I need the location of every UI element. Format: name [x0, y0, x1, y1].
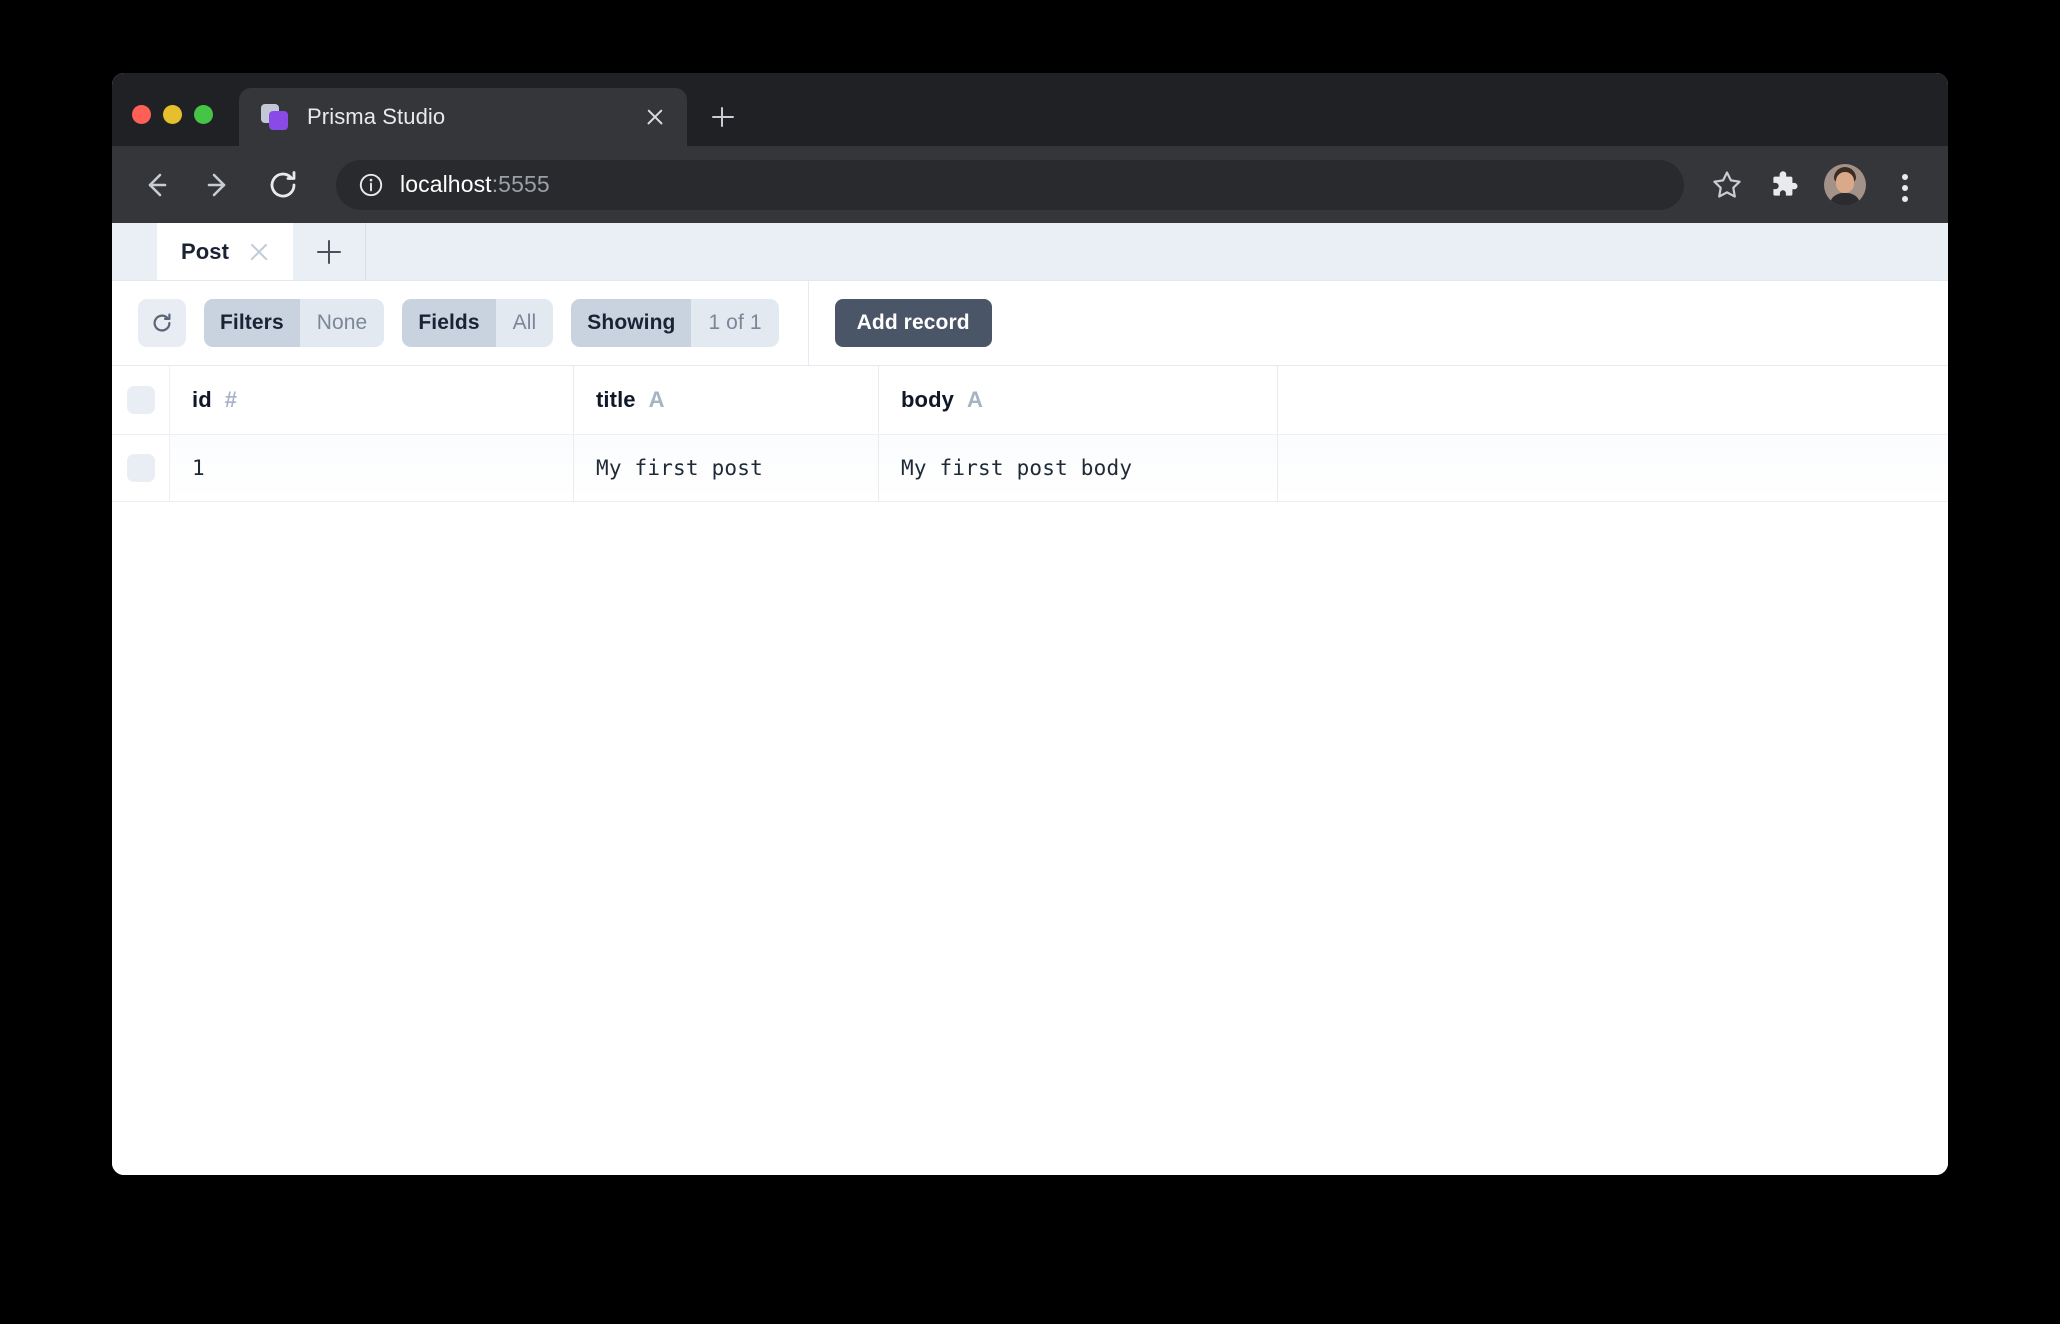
filters-label: Filters — [204, 299, 300, 347]
browser-tab-strip: Prisma Studio — [112, 73, 1948, 146]
cell-body[interactable]: My first post body — [879, 435, 1278, 501]
window-maximize-button[interactable] — [194, 105, 213, 124]
sidebar-item-post[interactable]: Post — [157, 223, 294, 280]
column-header-label: body — [901, 387, 954, 412]
window-traffic-lights — [112, 105, 213, 146]
cell-value: 1 — [192, 456, 205, 480]
info-circle-icon[interactable] — [358, 172, 384, 198]
browser-window: Prisma Studio localhost:5555 Post Filter… — [112, 73, 1948, 1175]
column-header-label: id — [192, 387, 212, 412]
fields-label: Fields — [402, 299, 496, 347]
string-type-icon: A — [648, 387, 665, 412]
reload-icon[interactable] — [260, 162, 306, 208]
column-header-id[interactable]: id # — [170, 366, 574, 434]
close-icon[interactable] — [635, 97, 675, 137]
cell-value: My first post body — [901, 456, 1133, 480]
cell-filler — [1278, 435, 1948, 501]
browser-tab-title: Prisma Studio — [307, 104, 446, 129]
column-header-filler — [1278, 366, 1948, 434]
studio-tab-label: Post — [181, 238, 230, 264]
page-viewport: Post Filters None Fields All Showing 1 o… — [112, 223, 1948, 1175]
profile-avatar[interactable] — [1824, 163, 1866, 206]
column-header-title[interactable]: title A — [574, 366, 879, 434]
row-checkbox[interactable] — [126, 454, 155, 482]
plus-icon[interactable] — [701, 95, 745, 139]
filters-control[interactable]: Filters None — [204, 299, 385, 347]
url-host: localhost — [400, 171, 492, 197]
studio-toolbar: Filters None Fields All Showing 1 of 1 A… — [112, 281, 1948, 365]
table-header-row: id # title A body A — [112, 366, 1948, 435]
three-dot-menu-icon[interactable] — [1882, 162, 1928, 208]
puzzle-piece-icon[interactable] — [1760, 162, 1806, 208]
star-icon[interactable] — [1704, 162, 1750, 208]
showing-control[interactable]: Showing 1 of 1 — [571, 299, 779, 347]
arrow-left-icon[interactable] — [132, 162, 178, 208]
address-bar[interactable]: localhost:5555 — [336, 159, 1684, 210]
row-select-cell[interactable] — [112, 435, 170, 501]
plus-icon[interactable] — [293, 223, 367, 280]
string-type-icon: A — [966, 387, 983, 412]
arrow-right-icon[interactable] — [196, 162, 242, 208]
number-type-icon: # — [224, 387, 238, 412]
window-minimize-button[interactable] — [163, 105, 182, 124]
tabbar-gutter — [112, 223, 157, 280]
browser-tab-prisma-studio[interactable]: Prisma Studio — [239, 88, 687, 146]
data-table: id # title A body A 1 My first post My f… — [112, 365, 1948, 502]
select-all-cell[interactable] — [112, 366, 170, 434]
showing-value: 1 of 1 — [691, 299, 779, 347]
browser-toolbar: localhost:5555 — [112, 146, 1948, 223]
prisma-logo-icon — [261, 103, 289, 131]
cell-id[interactable]: 1 — [170, 435, 574, 501]
cell-value: My first post — [596, 456, 763, 480]
url-port: :5555 — [491, 171, 550, 197]
select-all-checkbox[interactable] — [126, 386, 155, 414]
column-header-label: title — [596, 387, 636, 412]
address-bar-url: localhost:5555 — [400, 171, 550, 198]
filters-value: None — [299, 299, 385, 347]
table-row[interactable]: 1 My first post My first post body — [112, 435, 1948, 502]
reload-icon[interactable] — [138, 299, 186, 347]
fields-value: All — [495, 299, 554, 347]
showing-label: Showing — [571, 299, 692, 347]
add-record-button[interactable]: Add record — [834, 299, 992, 347]
close-icon[interactable] — [247, 240, 271, 264]
fields-control[interactable]: Fields All — [402, 299, 554, 347]
studio-tab-bar: Post — [112, 223, 1948, 281]
window-close-button[interactable] — [132, 105, 151, 124]
toolbar-divider — [807, 281, 809, 365]
column-header-body[interactable]: body A — [879, 366, 1278, 434]
cell-title[interactable]: My first post — [574, 435, 879, 501]
